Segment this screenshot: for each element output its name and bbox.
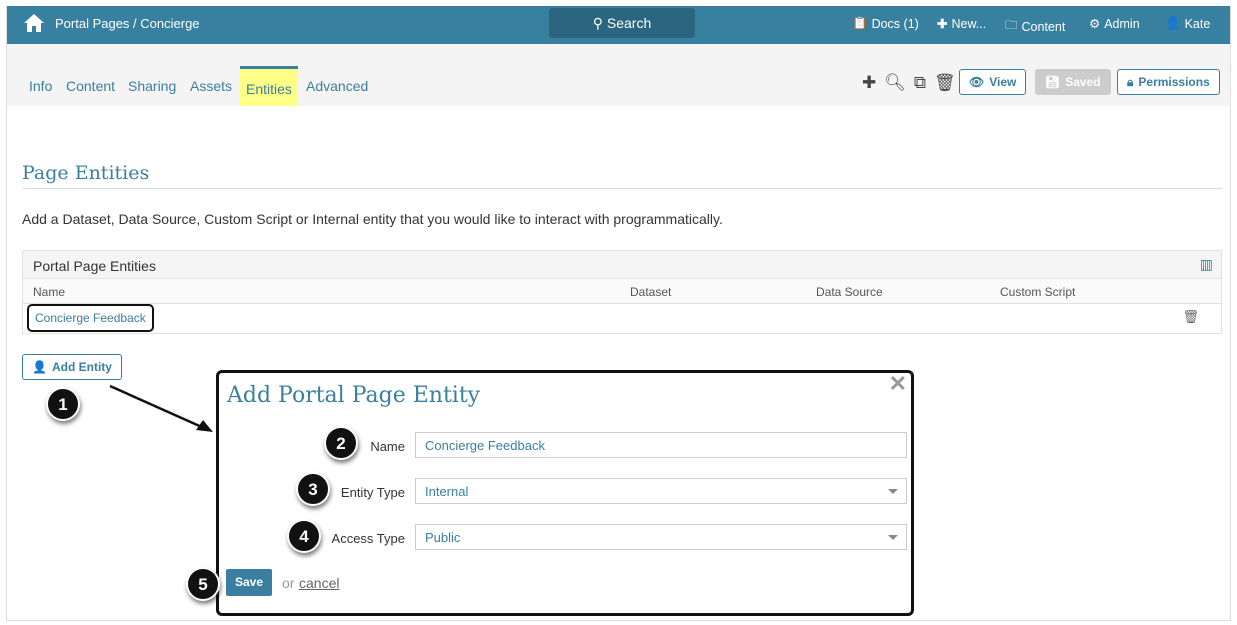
entity-type-select[interactable]: Internal (415, 478, 907, 504)
plus-icon: ✚ (937, 17, 948, 31)
page-title: Page Entities (22, 162, 150, 184)
gear-icon: ⚙ (1089, 17, 1101, 31)
tab-advanced[interactable]: Advanced (306, 78, 368, 94)
search-icon: ⚲ (592, 15, 607, 31)
top-navbar: Portal Pages / Concierge ⚲ Search 📋 Docs … (7, 6, 1230, 44)
search-button[interactable]: ⚲ Search (549, 8, 695, 38)
callout-5: 5 (186, 567, 220, 601)
folder-icon: 🗀 (1005, 18, 1018, 32)
new-link[interactable]: ✚ New... (937, 16, 987, 32)
breadcrumb[interactable]: Portal Pages / Concierge (55, 16, 200, 31)
callout-3: 3 (296, 472, 330, 506)
user-icon: 👤 (32, 360, 47, 374)
access-type-value: Public (425, 530, 461, 545)
divider (22, 188, 1222, 189)
close-icon[interactable]: ✕ (889, 371, 907, 397)
callout-4: 4 (287, 519, 321, 553)
tab-info[interactable]: Info (29, 78, 52, 94)
cancel-link[interactable]: cancel (299, 575, 339, 591)
add-entity-label: Add Entity (51, 360, 112, 374)
arrow-icon (109, 384, 213, 432)
docs-label: Docs (1) (871, 16, 919, 31)
copy-icon[interactable]: ⧉ (914, 73, 934, 92)
user-icon: 👤 (1165, 16, 1181, 30)
column-header-data-source[interactable]: Data Source (816, 285, 883, 299)
view-label: View (989, 75, 1017, 89)
lock-icon: 🔒︎ (1127, 74, 1134, 89)
column-header-custom-script[interactable]: Custom Script (1000, 285, 1075, 299)
permissions-button[interactable]: 🔒︎ Permissions (1117, 69, 1220, 95)
content-label: Content (1021, 19, 1066, 34)
chevron-down-icon (888, 535, 898, 540)
user-label: Kate (1184, 16, 1211, 31)
docs-link[interactable]: 📋 Docs (1) (852, 16, 919, 31)
tab-content[interactable]: Content (66, 78, 115, 94)
search-icon[interactable]: 🔍︎ (884, 73, 914, 92)
page-description: Add a Dataset, Data Source, Custom Scrip… (22, 211, 723, 227)
permissions-label: Permissions (1138, 75, 1210, 89)
callout-2: 2 (324, 426, 358, 460)
column-header-dataset[interactable]: Dataset (630, 285, 671, 299)
entity-link[interactable]: Concierge Feedback (27, 304, 154, 332)
user-menu[interactable]: 👤 Kate (1165, 16, 1210, 31)
add-entity-button[interactable]: 👤 Add Entity (22, 354, 122, 380)
entity-type-label: Entity Type (340, 485, 405, 500)
name-input[interactable]: Concierge Feedback (415, 432, 907, 458)
view-button[interactable]: 👁 View (959, 69, 1027, 95)
access-type-select[interactable]: Public (415, 524, 907, 550)
tab-entities[interactable]: Entities (240, 66, 298, 106)
search-label: Search (606, 15, 652, 31)
saved-button[interactable]: 💾︎ Saved (1035, 69, 1111, 95)
floppy-icon: 💾︎ (1045, 75, 1061, 89)
column-header-name[interactable]: Name (33, 285, 65, 299)
content-link[interactable]: 🗀 Content (1005, 16, 1065, 37)
eye-icon: 👁 (969, 75, 985, 89)
admin-label: Admin (1104, 16, 1140, 31)
entity-type-value: Internal (425, 484, 469, 499)
callout-1: 1 (46, 387, 80, 421)
tab-assets[interactable]: Assets (190, 78, 232, 94)
saved-label: Saved (1065, 75, 1101, 89)
columns-icon[interactable]: ▥ (1200, 256, 1213, 273)
home-icon[interactable] (23, 13, 45, 33)
entities-table: Portal Page Entities ▥ Name Dataset Data… (22, 250, 1222, 334)
table-title: Portal Page Entities (33, 258, 156, 274)
add-icon[interactable]: ✚ (862, 73, 884, 92)
or-text: or (282, 575, 295, 591)
trash-icon[interactable]: 🗑︎ (1182, 309, 1199, 325)
admin-link[interactable]: ⚙ Admin (1089, 16, 1140, 32)
tab-sharing[interactable]: Sharing (128, 78, 176, 94)
chevron-down-icon (888, 489, 898, 494)
dialog-title: Add Portal Page Entity (227, 383, 481, 408)
save-button[interactable]: Save (226, 569, 272, 596)
clipboard-icon: 📋 (852, 16, 868, 30)
new-label: New... (951, 16, 987, 31)
